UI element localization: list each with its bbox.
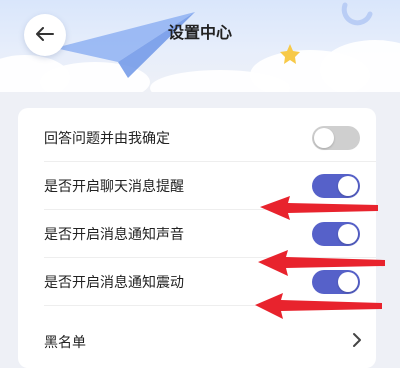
chevron-right-icon bbox=[352, 332, 362, 352]
setting-row-confirm-answer: 回答问题并由我确定 bbox=[18, 114, 376, 162]
setting-row-chat-reminder: 是否开启聊天消息提醒 bbox=[18, 162, 376, 210]
chat-reminder-toggle[interactable] bbox=[312, 174, 360, 198]
setting-label: 黑名单 bbox=[44, 335, 86, 351]
notification-sound-toggle[interactable] bbox=[312, 222, 360, 246]
setting-label: 是否开启消息通知震动 bbox=[44, 275, 184, 291]
notification-vibration-toggle[interactable] bbox=[312, 270, 360, 294]
settings-panel: 回答问题并由我确定 是否开启聊天消息提醒 是否开启消息通知声音 是否开启消息通知… bbox=[18, 108, 376, 368]
setting-label: 回答问题并由我确定 bbox=[44, 131, 170, 147]
header-banner: 设置中心 bbox=[0, 0, 400, 92]
setting-row-notification-vibration: 是否开启消息通知震动 bbox=[18, 258, 376, 306]
confirm-answer-toggle[interactable] bbox=[312, 126, 360, 150]
page-title: 设置中心 bbox=[167, 23, 232, 42]
setting-row-notification-sound: 是否开启消息通知声音 bbox=[18, 210, 376, 258]
setting-row-blacklist[interactable]: 黑名单 bbox=[18, 318, 376, 366]
setting-label: 是否开启聊天消息提醒 bbox=[44, 179, 184, 195]
setting-label: 是否开启消息通知声音 bbox=[44, 227, 184, 243]
